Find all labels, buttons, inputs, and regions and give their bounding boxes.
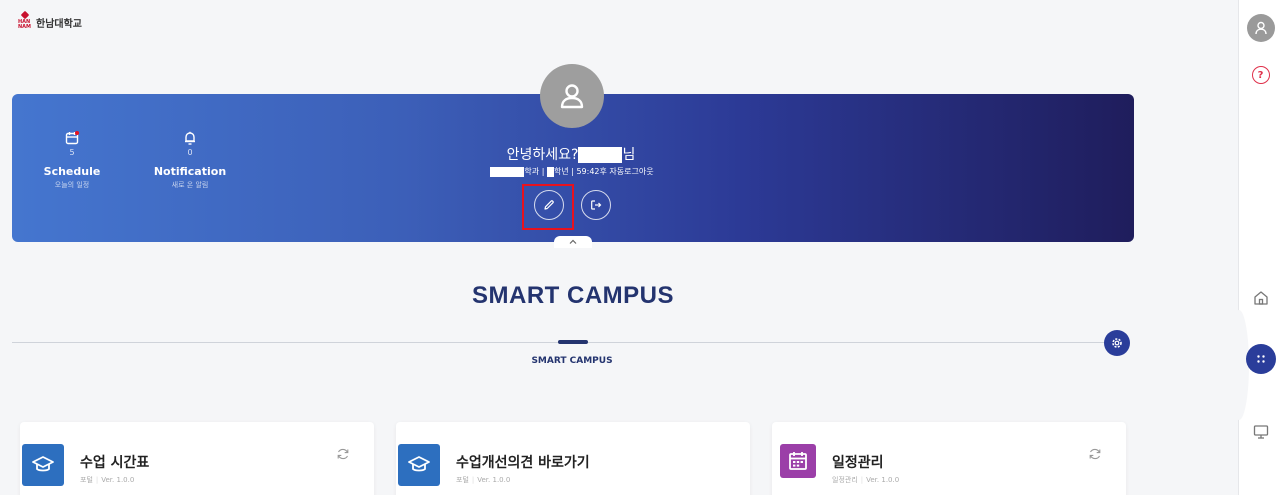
profile-avatar[interactable]: [540, 64, 604, 128]
settings-button[interactable]: [1104, 330, 1130, 356]
graduation-cap-icon: [22, 444, 64, 486]
monitor-icon[interactable]: [1251, 422, 1271, 442]
section-divider-accent: [558, 340, 588, 344]
section-tab[interactable]: SMART CAMPUS: [472, 356, 672, 366]
info-separator: |: [541, 167, 545, 176]
notification-widget[interactable]: 0 Notification 새로 온 알림: [152, 130, 228, 190]
apps-grid-icon[interactable]: [1245, 344, 1276, 374]
university-logo[interactable]: HAN NAM 한남대학교: [18, 10, 82, 32]
edit-button-highlight: [522, 184, 574, 230]
user-menu-button[interactable]: [1246, 14, 1275, 42]
user-icon: [1254, 21, 1267, 35]
gear-icon: [1112, 338, 1122, 348]
collapse-banner-button[interactable]: [554, 236, 592, 248]
schedule-widget[interactable]: 5 Schedule 오늘의 일정: [42, 130, 102, 190]
app-card-schedule-management[interactable]: 일정관리 일정관리 | Ver. 1.0.0: [772, 422, 1126, 495]
notification-subtitle: 새로 온 알림: [171, 181, 209, 189]
chevron-up-icon: [569, 239, 577, 244]
calendar-icon: [65, 130, 79, 145]
right-sidebar: ?: [1229, 0, 1282, 495]
home-icon[interactable]: [1251, 288, 1271, 308]
card-title: 수업 시간표: [80, 455, 150, 471]
card-title: 일정관리: [832, 455, 884, 471]
notification-title: Notification: [153, 165, 227, 178]
greeting: 안녕하세요? 님: [456, 144, 686, 164]
graduation-cap-icon: [398, 444, 440, 486]
app-card-course-feedback[interactable]: 수업개선의견 바로가기 포털 | Ver. 1.0.0: [396, 422, 750, 495]
refresh-icon[interactable]: [336, 446, 350, 460]
auto-logout-timer: 59:42후 자동로그아웃: [576, 167, 654, 176]
help-icon[interactable]: ?: [1251, 66, 1270, 84]
logo-mark-icon: HAN NAM: [18, 10, 32, 32]
greeting-suffix: 님: [622, 147, 636, 163]
refresh-icon[interactable]: [1088, 446, 1102, 460]
redacted-name: [578, 147, 623, 163]
logout-button[interactable]: [581, 190, 611, 220]
card-meta: 포털 | Ver. 1.0.0: [80, 476, 135, 484]
user-icon: [560, 84, 584, 109]
department-suffix: 학과: [524, 167, 540, 176]
card-meta: 일정관리 | Ver. 1.0.0: [832, 476, 900, 484]
schedule-subtitle: 오늘의 일정: [54, 181, 90, 189]
year-suffix: 학년: [553, 167, 569, 176]
redacted-year: [546, 166, 554, 177]
card-title: 수업개선의견 바로가기: [456, 455, 590, 471]
card-meta: 포털 | Ver. 1.0.0: [456, 476, 511, 484]
logo-text: 한남대학교: [36, 18, 82, 30]
section-title: SMART CAMPUS: [472, 282, 674, 309]
schedule-title: Schedule: [43, 165, 101, 178]
app-card-timetable[interactable]: 수업 시간표 포털 | Ver. 1.0.0: [20, 422, 374, 495]
logout-icon: [591, 200, 602, 210]
schedule-count: 5: [69, 148, 75, 157]
notification-count: 0: [187, 148, 193, 157]
greeting-prefix: 안녕하세요?: [506, 147, 579, 163]
info-separator: |: [571, 167, 574, 176]
redacted-department: [490, 166, 525, 177]
user-info-line: 학과 | 학년 | 59:42후 자동로그아웃: [440, 166, 704, 177]
calendar-icon: [780, 444, 816, 478]
bell-icon: [183, 130, 197, 145]
page-root: HAN NAM 한남대학교 5 Schedule 오늘의 일정 0 Notifi…: [0, 0, 1282, 495]
